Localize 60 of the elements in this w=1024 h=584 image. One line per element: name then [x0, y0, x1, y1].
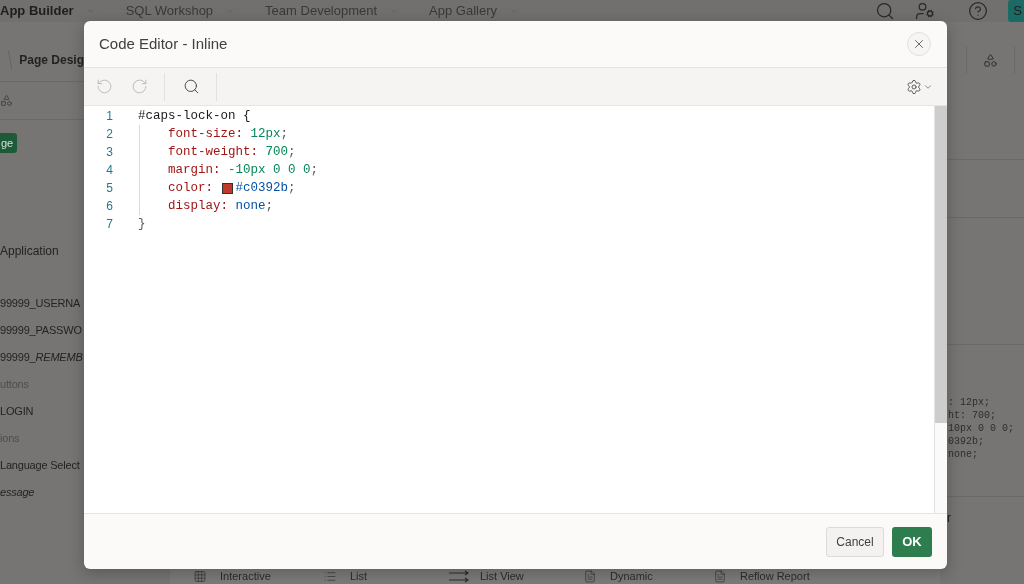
- code-text: color:: [168, 179, 214, 197]
- scrollbar-thumb[interactable]: [935, 106, 947, 424]
- menu-tab[interactable]: App Gallery: [429, 1, 520, 21]
- color-swatch-icon[interactable]: [221, 182, 233, 194]
- panel-label: r: [947, 510, 951, 526]
- shapes-icon[interactable]: [983, 52, 998, 68]
- cancel-button[interactable]: Cancel: [826, 526, 884, 557]
- code-text: display: none;: [168, 197, 274, 215]
- line-number: 7: [105, 216, 113, 233]
- gallery-item-label[interactable]: Interactive: [220, 570, 271, 583]
- user-gear-icon: [915, 1, 935, 21]
- code-text: 0392b;: [948, 435, 985, 448]
- search-icon: [182, 78, 200, 95]
- ok-button[interactable]: OK: [892, 526, 932, 557]
- code-text: 10px 0 0 0;: [948, 422, 1015, 435]
- tree-item[interactable]: essage: [0, 484, 35, 501]
- scrollbar[interactable]: [934, 106, 947, 513]
- redo-icon: [130, 78, 148, 95]
- close-icon: [912, 37, 926, 51]
- dialog-title: Code Editor - Inline: [99, 33, 228, 54]
- line-number: 5: [105, 180, 113, 197]
- code-text: ht: 700;: [948, 409, 997, 422]
- search-icon: [875, 1, 895, 21]
- code-text: none;: [948, 448, 979, 461]
- gallery-item-label[interactable]: Reflow Report: [740, 570, 810, 583]
- admin-button[interactable]: [914, 0, 936, 22]
- code-text: #c0392b;: [235, 179, 296, 197]
- user-avatar-button[interactable]: S: [1008, 0, 1024, 22]
- line-number: 2: [105, 126, 113, 143]
- line-number: 6: [105, 198, 113, 215]
- tree-item[interactable]: Language Select: [0, 457, 80, 474]
- line-number: 3: [105, 144, 113, 161]
- code-text: font-weight: 700;: [168, 143, 296, 161]
- line-number: 4: [105, 162, 113, 179]
- search-button[interactable]: [874, 0, 896, 22]
- page-button[interactable]: ge: [0, 133, 17, 153]
- tree-title: Application: [0, 243, 59, 259]
- help-icon: [968, 1, 988, 21]
- tree-item[interactable]: 99999_USERNA: [0, 295, 81, 312]
- tree-item[interactable]: 99999_PASSWO: [0, 322, 82, 339]
- code-text: font-size: 12px;: [168, 125, 289, 143]
- gallery-item-label[interactable]: List: [350, 570, 368, 583]
- tree-item[interactable]: LOGIN: [0, 403, 34, 420]
- code-text: }: [138, 215, 146, 233]
- menu-tab[interactable]: App Builder: [0, 1, 96, 21]
- tree-item[interactable]: 99999_REMEMB: [0, 349, 83, 366]
- undo-icon: [95, 78, 113, 95]
- help-button[interactable]: [967, 0, 989, 22]
- code-text: : 12px;: [948, 396, 991, 409]
- close-button[interactable]: [907, 32, 931, 56]
- menu-tab[interactable]: Team Development: [265, 1, 400, 21]
- menu-tab[interactable]: SQL Workshop: [125, 1, 236, 21]
- settings-icon: [906, 78, 922, 95]
- code-text: #caps-lock-on {: [138, 107, 251, 125]
- shapes-icon[interactable]: [0, 94, 13, 107]
- gallery-item-label[interactable]: List View: [480, 570, 524, 583]
- breadcrumb-label[interactable]: Page Desig: [19, 50, 84, 69]
- line-number: 1: [105, 108, 113, 125]
- code-text: margin: -10px 0 0 0;: [168, 161, 319, 179]
- gallery-item-label[interactable]: Dynamic: [610, 570, 653, 583]
